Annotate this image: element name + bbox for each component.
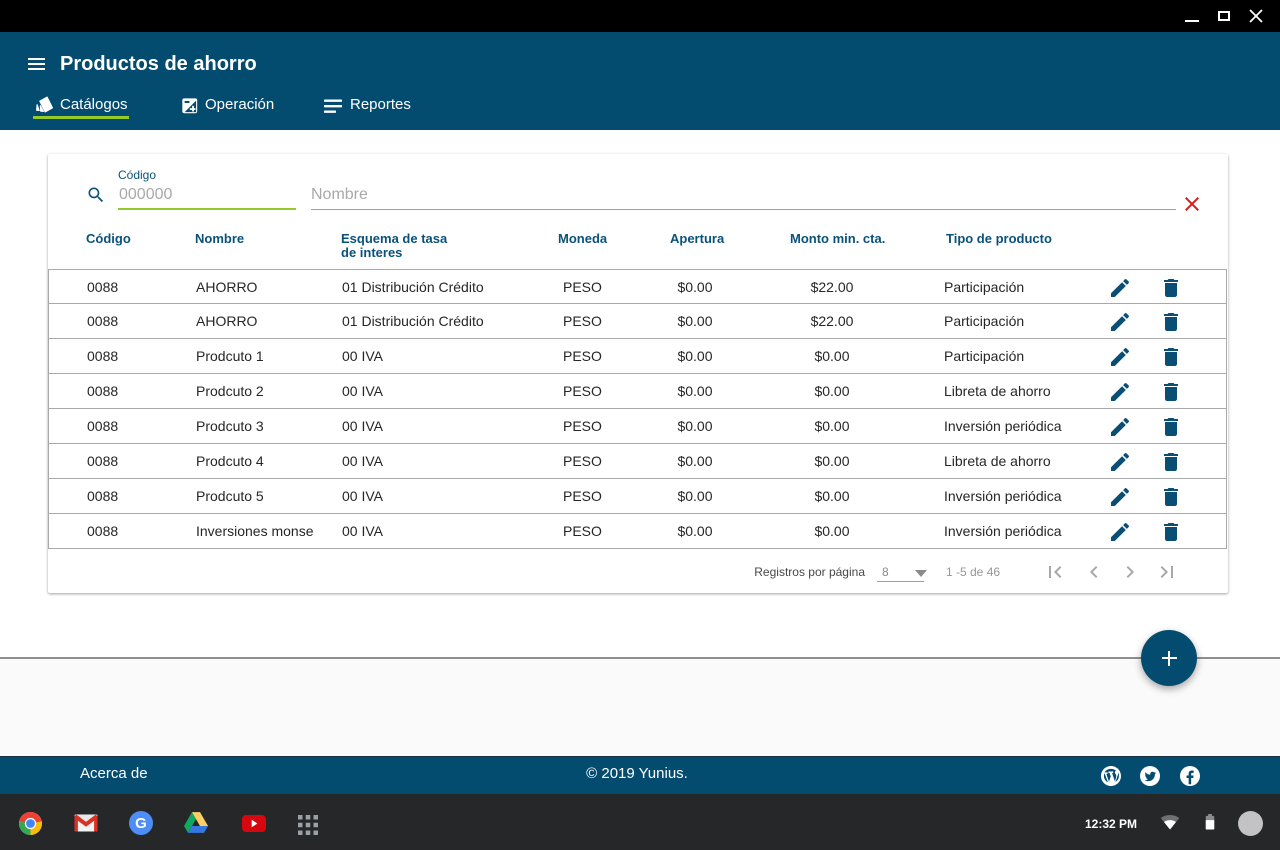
svg-text:G: G xyxy=(135,815,147,832)
